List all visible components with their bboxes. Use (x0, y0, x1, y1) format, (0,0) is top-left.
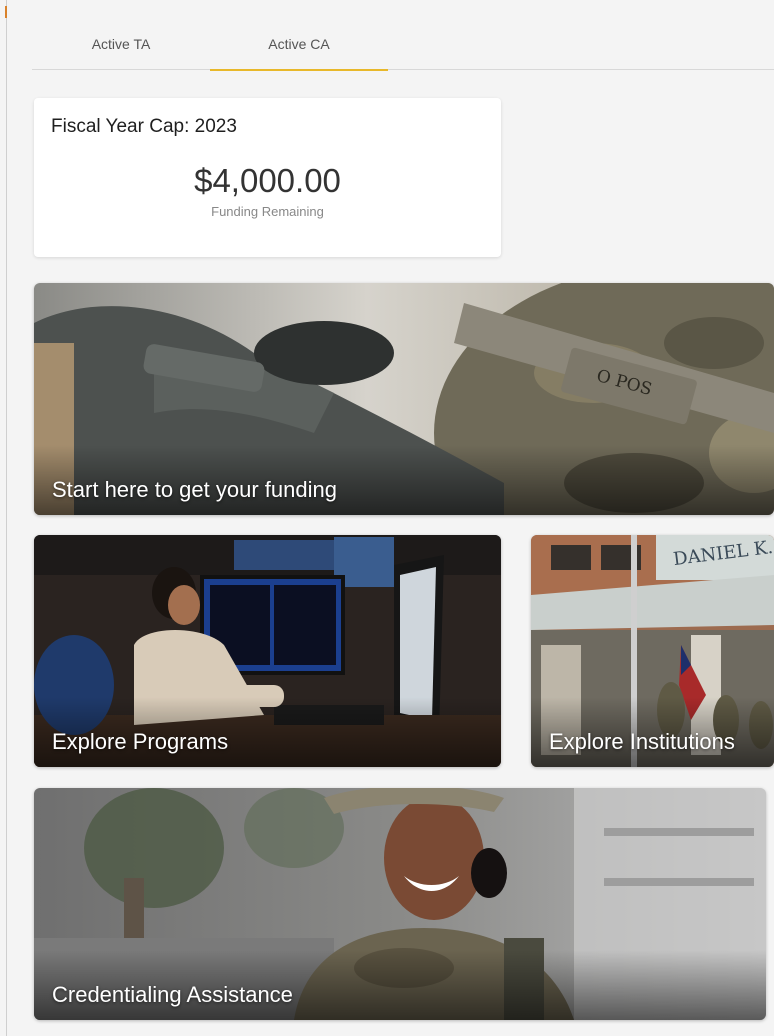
left-edge-divider (6, 0, 7, 1036)
explore-institutions-label: Explore Institutions (549, 729, 735, 754)
funding-amount: $4,000.00 (194, 162, 341, 199)
funding-card: Fiscal Year Cap: 2023 $4,000.00 Funding … (34, 98, 501, 257)
tab-bar: Active TA Active CA (32, 18, 774, 71)
explore-programs-label: Explore Programs (52, 729, 229, 754)
page: Active TA Active CA Fiscal Year Cap: 202… (0, 0, 774, 1036)
tab-active-ca[interactable]: Active CA (210, 18, 388, 71)
fiscal-year-title: Fiscal Year Cap: 2023 (51, 116, 237, 137)
explore-programs-tile[interactable]: Explore Programs (34, 535, 501, 767)
funding-remaining-label: Funding Remaining (211, 204, 324, 219)
credentialing-assistance-label: Credentialing Assistance (52, 982, 293, 1007)
left-edge-accent (5, 6, 7, 18)
start-funding-tile[interactable]: O POS Start here to get your funding (34, 283, 774, 515)
tab-active-ta[interactable]: Active TA (32, 18, 210, 70)
explore-institutions-tile[interactable]: DANIEL K. Explore Institutions (531, 535, 774, 767)
credentialing-assistance-tile[interactable]: Credentialing Assistance (34, 788, 766, 1020)
start-funding-label: Start here to get your funding (52, 477, 337, 502)
